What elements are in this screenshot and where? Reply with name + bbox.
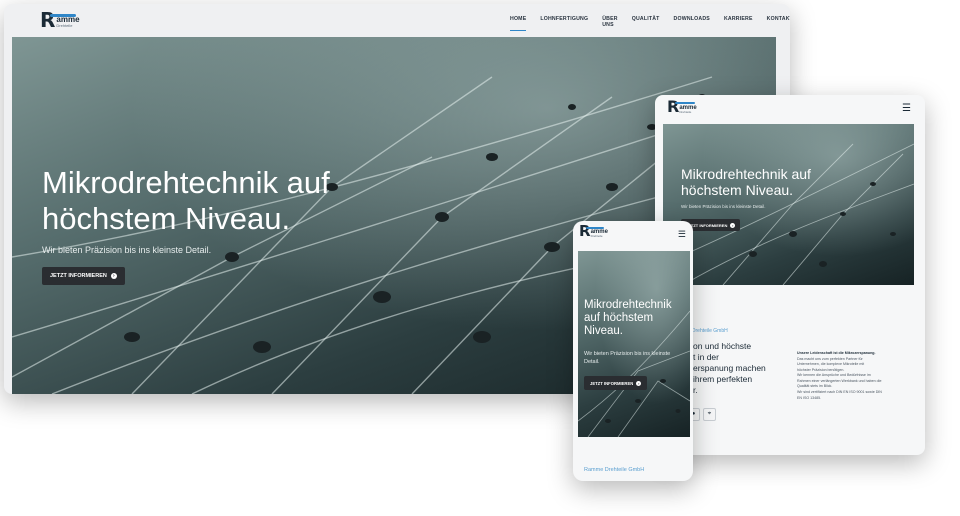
mobile-mockup: R amme Drehteile ☰ Mikrodrehtechnik auf …	[573, 221, 693, 481]
hamburger-icon[interactable]: ☰	[678, 229, 686, 240]
mobile-footer-company: Ramme Drehteile GmbH	[584, 467, 645, 473]
nav-karriere[interactable]: KARRIERE	[724, 16, 753, 28]
mobile-hero-title: Mikrodrehtechnik auf höchstem Niveau.	[584, 299, 672, 338]
hero-network-graphic	[578, 310, 690, 437]
map-pin-icon[interactable]: ⌖	[703, 408, 716, 421]
cta-label: JETZT INFORMIEREN	[590, 380, 634, 386]
nav-qualitaet[interactable]: QUALITÄT	[632, 16, 660, 28]
logo-sub: Drehteile	[56, 23, 73, 28]
logo-accent-bar	[586, 227, 604, 229]
tablet-logo[interactable]: R amme Drehteile	[667, 99, 697, 115]
tablet-intro-headline: on und höchste t in der erspanung machen…	[693, 341, 766, 396]
main-nav: HOME LOHNFERTIGUNG ÜBER UNS QUALITÄT DOW…	[510, 16, 790, 31]
hamburger-icon[interactable]: ☰	[902, 103, 911, 114]
tablet-hero-subtitle: Wir bieten Präzision bis ins kleinste De…	[681, 204, 766, 209]
tablet-side-text: Unsere Leidenschaft ist die Mikrozerspan…	[797, 351, 882, 400]
tablet-mockup: R amme Drehteile ☰ Mikrodrehtechnik auf …	[655, 95, 925, 455]
cta-label: JETZT INFORMIEREN	[50, 273, 107, 279]
tablet-hero: Mikrodrehtechnik auf höchstem Niveau. Wi…	[663, 124, 914, 285]
mobile-cta-button[interactable]: JETZT INFORMIEREN ›	[584, 376, 648, 390]
desktop-cta-button[interactable]: JETZT INFORMIEREN ›	[42, 267, 125, 285]
logo-accent-bar	[675, 102, 695, 104]
logo-sub: Drehteile	[590, 234, 603, 238]
mobile-hero: Mikrodrehtechnik auf höchstem Niveau. Wi…	[578, 251, 690, 437]
nav-lohnfertigung[interactable]: LOHNFERTIGUNG	[540, 16, 588, 28]
arrow-right-circle-icon: ›	[110, 273, 117, 279]
mobile-hero-subtitle: Wir bieten Präzision bis ins kleinste De…	[584, 351, 671, 365]
desktop-logo[interactable]: R amme Drehteile	[40, 10, 80, 30]
logo-letter: R	[40, 8, 56, 32]
logo-sub: Drehteile	[679, 110, 692, 114]
arrow-right-circle-icon: ›	[636, 380, 642, 386]
desktop-hero-subtitle: Wir bieten Präzision bis ins kleinste De…	[42, 245, 212, 255]
logo-accent-bar	[50, 14, 76, 17]
nav-kontakt[interactable]: KONTAKT	[767, 16, 790, 28]
desktop-hero-title: Mikrodrehtechnik auf höchstem Niveau.	[42, 165, 330, 236]
arrow-right-circle-icon: ›	[730, 222, 736, 228]
nav-ueber-uns[interactable]: ÜBER UNS	[602, 16, 618, 28]
nav-home[interactable]: HOME	[510, 16, 527, 31]
mobile-logo[interactable]: R amme Drehteile	[579, 224, 608, 239]
nav-downloads[interactable]: DOWNLOADS	[674, 16, 710, 28]
tablet-hero-title: Mikrodrehtechnik auf höchstem Niveau.	[681, 166, 811, 199]
